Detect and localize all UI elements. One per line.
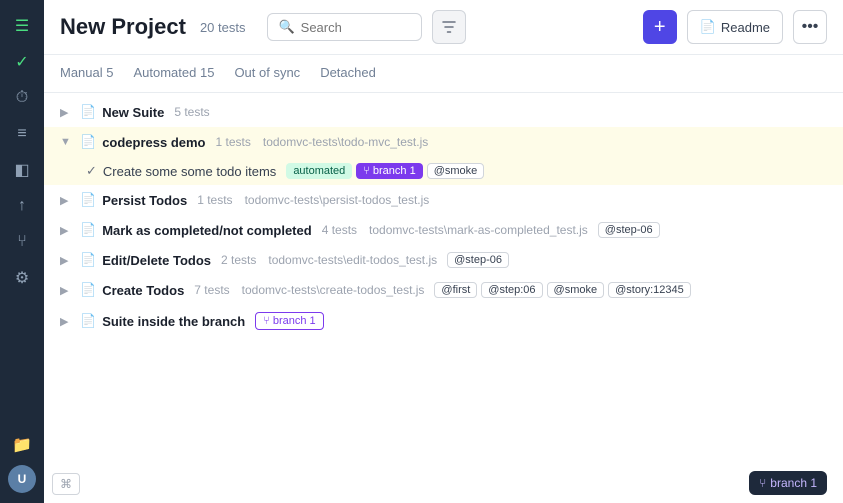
suite-tags: @step-06 (447, 252, 509, 268)
suite-row[interactable]: ▼ 📄 codepress demo 1 tests todomvc-tests… (44, 127, 843, 157)
file-icon: 📄 (80, 313, 96, 329)
tab-manual[interactable]: Manual 5 (60, 55, 113, 92)
tab-automated[interactable]: Automated 15 (133, 55, 214, 92)
suite-tags: @step-06 (598, 222, 660, 238)
test-count-badge: 20 tests (200, 20, 246, 35)
tab-out-of-sync[interactable]: Out of sync (234, 55, 300, 92)
chevron-right-icon: ▶ (60, 315, 74, 328)
file-path: todomvc-tests\create-todos_test.js (242, 283, 425, 297)
branch-icon: ⑂ (263, 315, 270, 327)
file-icon: 📄 (80, 282, 96, 298)
search-input[interactable] (301, 20, 412, 35)
tag: @step-06 (598, 222, 660, 238)
menu-icon[interactable]: ☰ (6, 10, 38, 42)
filter-button[interactable] (432, 10, 466, 44)
sidebar: ☰ ✓ ⏱ ≡ ◧ ↑ ⑂ ⚙ 📁 U (0, 0, 44, 503)
suite-name: Edit/Delete Todos (102, 253, 211, 268)
suite-list: ▶ 📄 New Suite 5 tests ▼ 📄 codepress demo… (44, 93, 843, 503)
search-icon: 🔍 (278, 19, 294, 35)
suite-name: New Suite (102, 105, 164, 120)
chevron-right-icon: ▶ (60, 106, 74, 119)
chevron-right-icon: ▶ (60, 284, 74, 297)
test-count: 5 tests (174, 105, 209, 119)
upload-icon[interactable]: ↑ (6, 190, 38, 222)
suite-name: Persist Todos (102, 193, 187, 208)
branch-name: branch 1 (770, 476, 817, 490)
suite-name: codepress demo (102, 135, 205, 150)
file-path: todomvc-tests\todo-mvc_test.js (263, 135, 428, 149)
chevron-right-icon: ▶ (60, 254, 74, 267)
folder-icon[interactable]: 📁 (6, 429, 38, 461)
suite-row[interactable]: ▶ 📄 Persist Todos 1 tests todomvc-tests\… (44, 185, 843, 215)
suite-name: Mark as completed/not completed (102, 223, 312, 238)
suite-row[interactable]: ▶ 📄 Suite inside the branch ⑂ branch 1 (44, 305, 843, 337)
file-icon: 📄 (80, 134, 96, 150)
suite-row[interactable]: ▶ 📄 Mark as completed/not completed 4 te… (44, 215, 843, 245)
test-name: Create some some todo items (103, 164, 276, 179)
readme-button[interactable]: 📄 Readme (687, 10, 783, 44)
content-area: ▶ 📄 New Suite 5 tests ▼ 📄 codepress demo… (44, 93, 843, 503)
test-tags: automated ⑂ branch 1 @smoke (286, 163, 484, 179)
more-icon: ••• (802, 18, 819, 36)
branch-badge: ⑂ branch 1 (356, 163, 422, 179)
test-count: 1 tests (216, 135, 251, 149)
automated-badge: automated (286, 163, 352, 179)
file-icon: 📄 (80, 192, 96, 208)
search-box[interactable]: 🔍 (267, 13, 422, 41)
branch-icon: ⑂ (759, 476, 766, 490)
tag: @smoke (547, 282, 605, 298)
list-icon[interactable]: ≡ (6, 118, 38, 150)
keyboard-shortcut-hint: ⌘ (52, 473, 80, 495)
file-icon: 📄 (80, 252, 96, 268)
suite-tags: ⑂ branch 1 (255, 312, 323, 330)
avatar[interactable]: U (8, 465, 36, 493)
kbd-icon: ⌘ (60, 477, 72, 491)
file-path: todomvc-tests\mark-as-completed_test.js (369, 223, 588, 237)
header: New Project 20 tests 🔍 + 📄 Readme ••• (44, 0, 843, 55)
clock-icon[interactable]: ⏱ (6, 82, 38, 114)
tag: @first (434, 282, 477, 298)
branch-badge-outline: ⑂ branch 1 (255, 312, 323, 330)
chevron-right-icon: ▶ (60, 194, 74, 207)
readme-label: Readme (721, 20, 770, 35)
test-count: 1 tests (197, 193, 232, 207)
more-button[interactable]: ••• (793, 10, 827, 44)
readme-icon: 📄 (700, 19, 716, 35)
settings-icon[interactable]: ⚙ (6, 262, 38, 294)
test-row[interactable]: ✓ Create some some todo items automated … (44, 157, 843, 185)
file-path: todomvc-tests\edit-todos_test.js (268, 253, 437, 267)
file-icon: 📄 (80, 104, 96, 120)
test-count: 4 tests (322, 223, 357, 237)
check-icon[interactable]: ✓ (6, 46, 38, 78)
test-count: 2 tests (221, 253, 256, 267)
tab-detached[interactable]: Detached (320, 55, 376, 92)
suite-row[interactable]: ▶ 📄 New Suite 5 tests (44, 97, 843, 127)
check-mark-icon: ✓ (86, 163, 97, 179)
chevron-down-icon: ▼ (60, 136, 74, 148)
branch-name: branch 1 (273, 315, 316, 327)
suite-tags: @first @step:06 @smoke @story:12345 (434, 282, 690, 298)
project-title: New Project (60, 14, 186, 40)
main-content: New Project 20 tests 🔍 + 📄 Readme ••• Ma… (44, 0, 843, 503)
tag: @step:06 (481, 282, 542, 298)
suite-row[interactable]: ▶ 📄 Edit/Delete Todos 2 tests todomvc-te… (44, 245, 843, 275)
git-icon[interactable]: ⑂ (6, 226, 38, 258)
file-path: todomvc-tests\persist-todos_test.js (245, 193, 430, 207)
add-button[interactable]: + (643, 10, 677, 44)
suite-row[interactable]: ▶ 📄 Create Todos 7 tests todomvc-tests\c… (44, 275, 843, 305)
tag: @story:12345 (608, 282, 691, 298)
layers-icon[interactable]: ◧ (6, 154, 38, 186)
file-icon: 📄 (80, 222, 96, 238)
tag: @step-06 (447, 252, 509, 268)
bottom-branch-badge[interactable]: ⑂ branch 1 (749, 471, 827, 495)
chevron-right-icon: ▶ (60, 224, 74, 237)
suite-name: Suite inside the branch (102, 314, 245, 329)
suite-name: Create Todos (102, 283, 184, 298)
branch-icon: ⑂ (363, 165, 370, 177)
test-count: 7 tests (194, 283, 229, 297)
tag: @smoke (427, 163, 485, 179)
branch-name: branch 1 (373, 165, 416, 177)
tabs-bar: Manual 5 Automated 15 Out of sync Detach… (44, 55, 843, 93)
